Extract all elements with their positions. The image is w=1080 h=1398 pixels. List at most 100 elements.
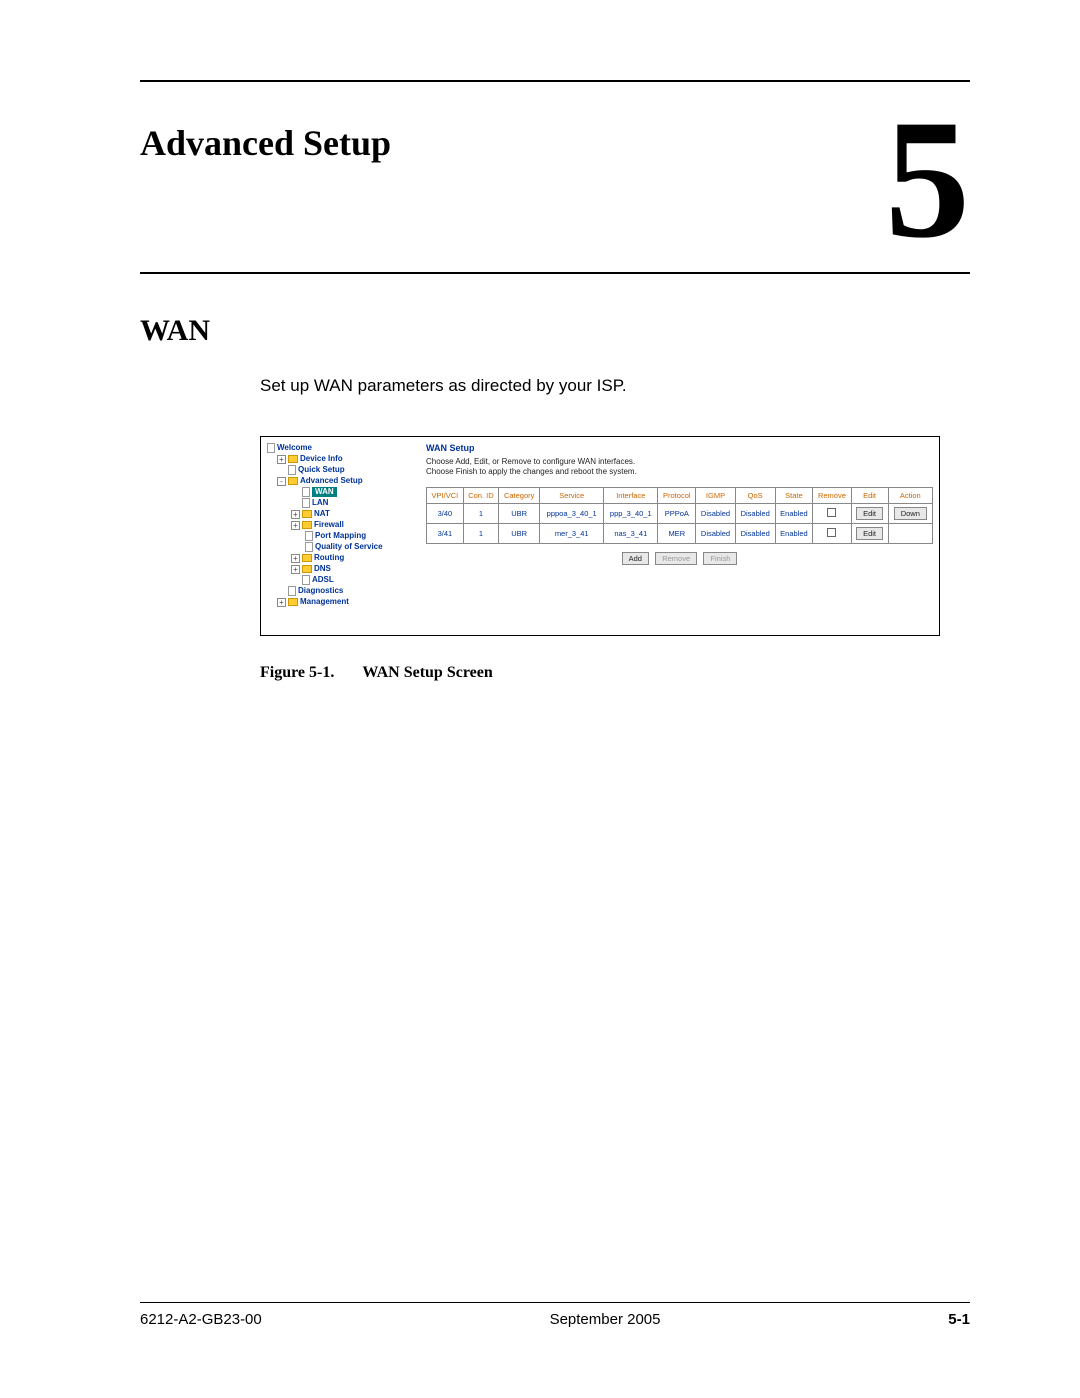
nav-port-mapping[interactable]: Port Mapping <box>267 531 422 542</box>
folder-icon <box>302 510 312 518</box>
nav-management[interactable]: + Management <box>267 597 422 608</box>
cell-svc: pppoa_3_40_1 <box>540 504 604 524</box>
cell-vpi: 3/40 <box>427 504 464 524</box>
remove-checkbox[interactable] <box>827 528 836 537</box>
expand-icon[interactable]: + <box>277 598 286 607</box>
wan-setup-desc: Choose Add, Edit, or Remove to configure… <box>426 457 933 478</box>
cell-state: Enabled <box>775 524 813 544</box>
remove-button[interactable]: Remove <box>655 552 697 565</box>
table-row: 3/40 1 UBR pppoa_3_40_1 ppp_3_40_1 PPPoA… <box>427 504 933 524</box>
nav-label: Device Info <box>300 454 343 464</box>
nav-label: Quick Setup <box>298 465 345 475</box>
nav-label: Routing <box>314 553 344 563</box>
mid-rule <box>140 272 970 274</box>
cell-cat: UBR <box>499 504 540 524</box>
doc-icon <box>267 443 275 453</box>
nav-wan[interactable]: WAN <box>267 487 422 498</box>
nav-lan[interactable]: LAN <box>267 498 422 509</box>
nav-advanced-setup[interactable]: - Advanced Setup <box>267 476 422 487</box>
nav-label: NAT <box>314 509 330 519</box>
footer-pagenum: 5-1 <box>948 1311 970 1328</box>
cell-qos: Disabled <box>735 524 775 544</box>
section-body: Set up WAN parameters as directed by you… <box>260 376 970 396</box>
collapse-icon[interactable]: - <box>277 477 286 486</box>
nav-label: Port Mapping <box>315 531 366 541</box>
cell-svc: mer_3_41 <box>540 524 604 544</box>
col-igmp: IGMP <box>696 488 736 504</box>
cell-con: 1 <box>463 504 498 524</box>
nav-quick-setup[interactable]: Quick Setup <box>267 465 422 476</box>
nav-dns[interactable]: +DNS <box>267 564 422 575</box>
nav-label: Quality of Service <box>315 542 383 552</box>
wan-setup-title: WAN Setup <box>426 443 933 453</box>
nav-label-current: WAN <box>312 487 337 497</box>
nav-label: ADSL <box>312 575 334 585</box>
remove-checkbox[interactable] <box>827 508 836 517</box>
figure-caption: Figure 5-1. WAN Setup Screen <box>260 664 970 682</box>
cell-igmp: Disabled <box>696 504 736 524</box>
cell-remove <box>813 524 851 544</box>
nav-device-info[interactable]: + Device Info <box>267 454 422 465</box>
cell-action <box>888 524 932 544</box>
nav-label: Management <box>300 597 349 607</box>
chapter-title: Advanced Setup <box>140 122 391 164</box>
col-iface: Interface <box>604 488 658 504</box>
finish-button[interactable]: Finish <box>703 552 737 565</box>
expand-icon[interactable]: + <box>291 565 300 574</box>
add-button[interactable]: Add <box>622 552 649 565</box>
nav-label: Advanced Setup <box>300 476 363 486</box>
doc-icon <box>302 498 310 508</box>
wan-desc-line2: Choose Finish to apply the changes and r… <box>426 467 637 476</box>
section-title: WAN <box>140 314 970 348</box>
folder-icon <box>288 455 298 463</box>
cell-qos: Disabled <box>735 504 775 524</box>
chapter-header: Advanced Setup 5 <box>140 112 970 252</box>
cell-iface: ppp_3_40_1 <box>604 504 658 524</box>
cell-iface: nas_3_41 <box>604 524 658 544</box>
cell-state: Enabled <box>775 504 813 524</box>
figure-title: WAN Setup Screen <box>362 664 492 681</box>
expand-icon[interactable]: + <box>291 510 300 519</box>
nav-firewall[interactable]: + Firewall <box>267 520 422 531</box>
col-svc: Service <box>540 488 604 504</box>
wan-desc-line1: Choose Add, Edit, or Remove to configure… <box>426 457 635 466</box>
footer-docnum: 6212-A2-GB23-00 <box>140 1311 262 1328</box>
col-proto: Protocol <box>658 488 696 504</box>
folder-icon <box>302 565 312 573</box>
edit-button[interactable]: Edit <box>856 527 883 540</box>
edit-button[interactable]: Edit <box>856 507 883 520</box>
chapter-number: 5 <box>885 107 970 252</box>
expand-icon[interactable]: + <box>277 455 286 464</box>
nav-label: Firewall <box>314 520 344 530</box>
nav-qos[interactable]: Quality of Service <box>267 542 422 553</box>
cell-proto: MER <box>658 524 696 544</box>
col-state: State <box>775 488 813 504</box>
cell-con: 1 <box>463 524 498 544</box>
folder-icon <box>302 554 312 562</box>
down-button[interactable]: Down <box>894 507 927 520</box>
cell-remove <box>813 504 851 524</box>
expand-icon[interactable]: + <box>291 521 300 530</box>
table-button-row: Add Remove Finish <box>426 552 933 565</box>
expand-icon[interactable]: + <box>291 554 300 563</box>
screenshot-embed: Welcome + Device Info Quick Setup - Advanc… <box>260 436 940 636</box>
nav-adsl[interactable]: ADSL <box>267 575 422 586</box>
nav-nat[interactable]: + NAT <box>267 509 422 520</box>
col-edit: Edit <box>851 488 888 504</box>
figure-number: Figure 5-1. <box>260 664 334 681</box>
col-con: Con. ID <box>463 488 498 504</box>
col-remove: Remove <box>813 488 851 504</box>
nav-routing[interactable]: + Routing <box>267 553 422 564</box>
nav-welcome[interactable]: Welcome <box>267 443 422 454</box>
wan-setup-pane: WAN Setup Choose Add, Edit, or Remove to… <box>422 443 933 629</box>
table-row: 3/41 1 UBR mer_3_41 nas_3_41 MER Disable… <box>427 524 933 544</box>
doc-icon <box>305 531 313 541</box>
folder-icon <box>302 521 312 529</box>
col-cat: Category <box>499 488 540 504</box>
cell-proto: PPPoA <box>658 504 696 524</box>
col-action: Action <box>888 488 932 504</box>
cell-action: Down <box>888 504 932 524</box>
col-qos: QoS <box>735 488 775 504</box>
nav-diagnostics[interactable]: Diagnostics <box>267 586 422 597</box>
folder-icon <box>288 598 298 606</box>
